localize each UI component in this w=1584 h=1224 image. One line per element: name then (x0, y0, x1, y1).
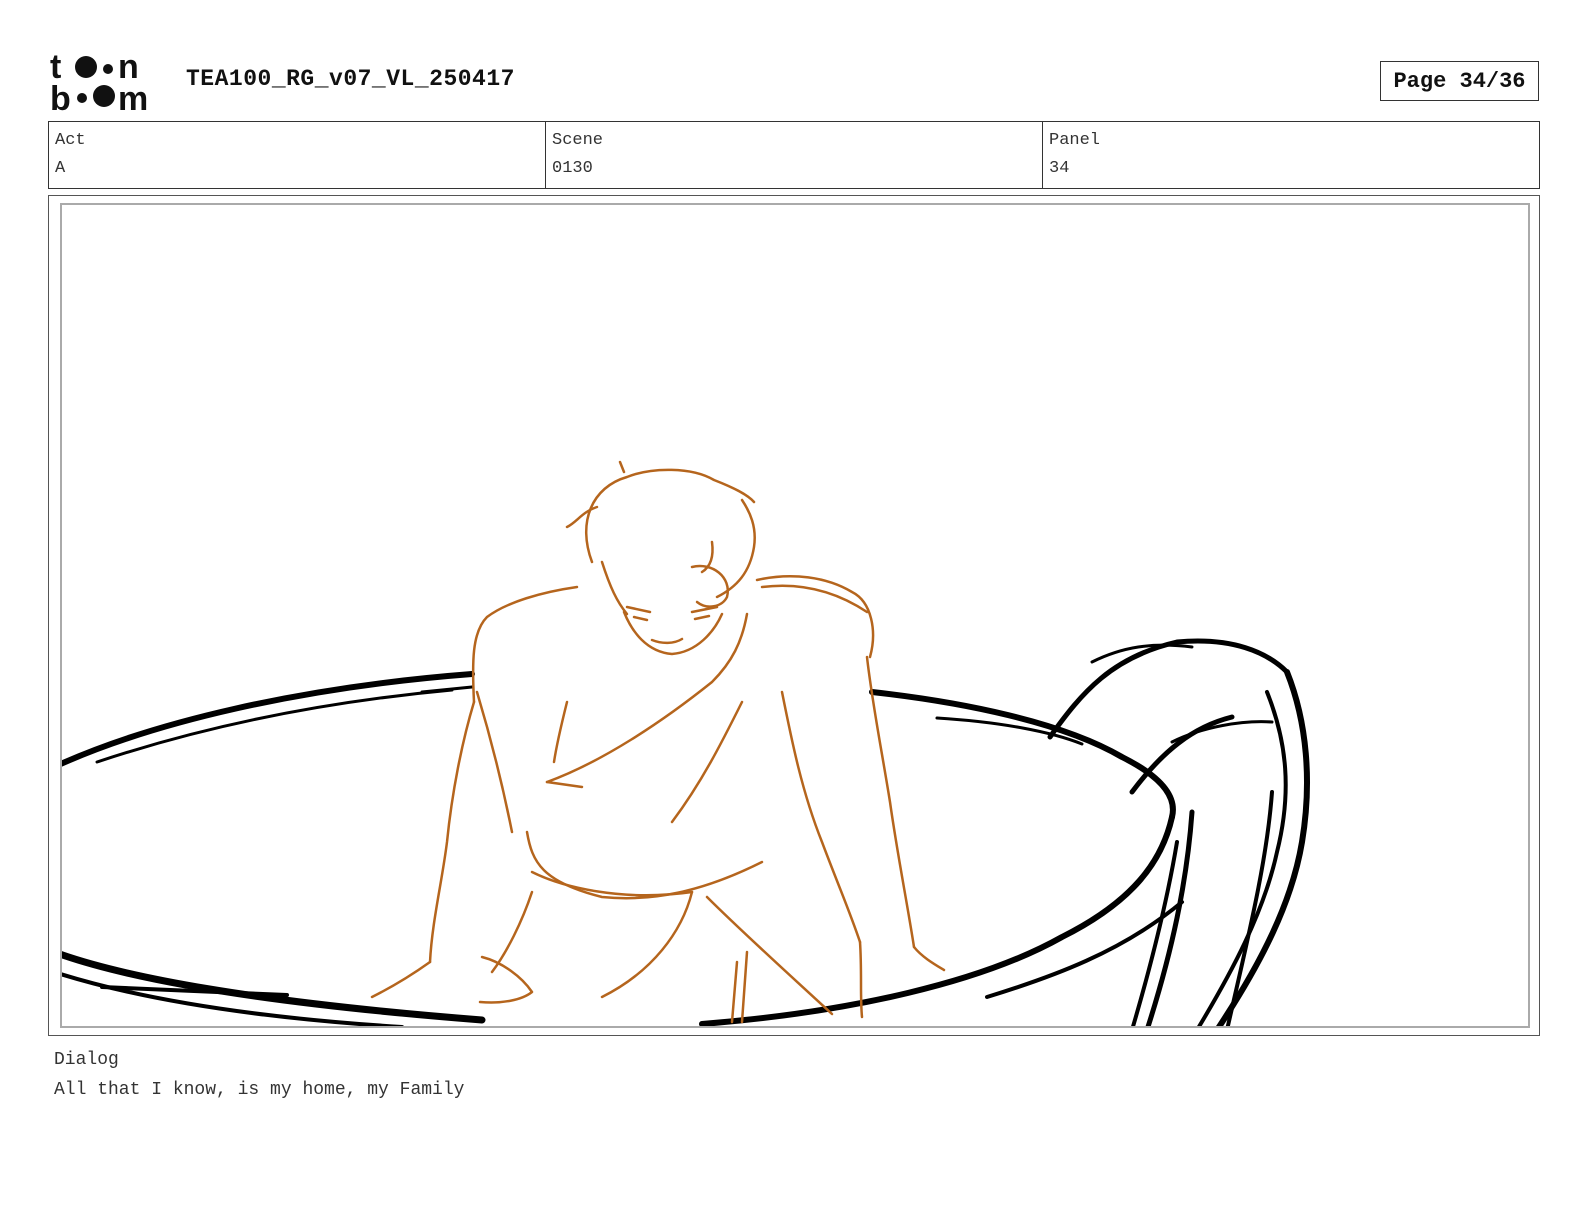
page-indicator: Page 34/36 (1380, 61, 1539, 101)
svg-text:b: b (50, 80, 71, 112)
scene-label: Scene (552, 131, 604, 150)
sketch-drawing (62, 460, 1310, 1026)
document-title: TEA100_RG_v07_VL_250417 (186, 66, 515, 92)
act-label: Act (55, 131, 86, 150)
dialog-label: Dialog (54, 1050, 119, 1070)
storyboard-panel-drawing (60, 203, 1530, 1028)
svg-text:m: m (118, 80, 148, 112)
teacup-sketch (62, 638, 1310, 1026)
scene-value: 0130 (552, 159, 593, 178)
character-sketch (370, 460, 946, 1024)
act-value: A (55, 159, 66, 178)
act-cell: Act A (49, 122, 546, 188)
panel-value: 34 (1049, 159, 1070, 178)
dialog-text: All that I know, is my home, my Family (54, 1080, 465, 1100)
panel-meta-table: Act A Scene 0130 Panel 34 (48, 121, 1540, 189)
toonboom-logo: t n b m toon boom (50, 48, 164, 118)
scene-cell: Scene 0130 (546, 122, 1043, 188)
panel-label: Panel (1049, 131, 1101, 150)
panel-cell: Panel 34 (1043, 122, 1539, 188)
